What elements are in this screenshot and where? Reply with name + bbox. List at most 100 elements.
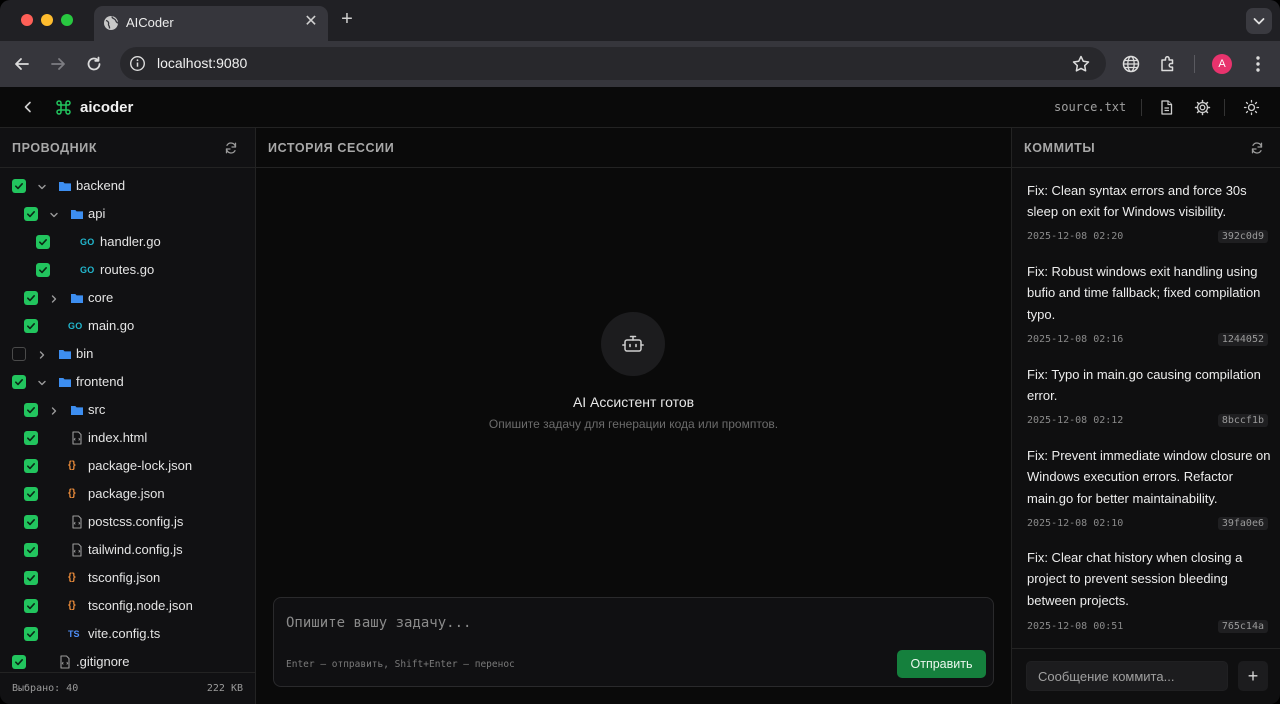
tree-item-src[interactable]: src [0, 396, 256, 424]
chevron-down-icon [1253, 18, 1265, 25]
toolbar-divider [1194, 55, 1195, 73]
commit-hash: 392c0d9 [1217, 230, 1268, 243]
source-file-label[interactable]: source.txt [1054, 100, 1126, 114]
profile-avatar[interactable]: A [1212, 54, 1232, 74]
tree-item-label: .gitignore [76, 654, 130, 669]
maximize-window-button[interactable] [61, 14, 73, 26]
tree-item-gitignore[interactable]: .gitignore [0, 648, 256, 672]
gear-icon[interactable] [1194, 99, 1211, 116]
commit-message: Fix: Typo in main.go causing compilation… [1027, 367, 1261, 404]
tree-item-tsconfig-node-json[interactable]: {} tsconfig.node.json [0, 592, 256, 620]
close-icon[interactable]: ✕ [302, 13, 320, 31]
tree-item-main-go[interactable]: GO main.go [0, 312, 256, 340]
refresh-icon[interactable] [1250, 141, 1264, 155]
translate-icon[interactable] [1120, 53, 1142, 75]
reload-icon[interactable] [83, 53, 105, 75]
go-file-icon: GO [80, 237, 95, 247]
tree-item-label: package-lock.json [88, 458, 193, 473]
tree-checkbox[interactable] [24, 319, 38, 333]
tree-item-index-html[interactable]: index.html [0, 424, 256, 452]
chevron-right-icon[interactable] [36, 348, 48, 360]
go-file-icon: GO [80, 265, 95, 275]
browser-toolbar: localhost:9080 A [0, 41, 1280, 87]
close-window-button[interactable] [21, 14, 33, 26]
document-icon[interactable] [1158, 99, 1175, 116]
tree-item-tailwind-config-js[interactable]: tailwind.config.js [0, 536, 256, 564]
send-button[interactable]: Отправить [897, 650, 986, 678]
tree-checkbox[interactable] [24, 571, 38, 585]
chevron-down-icon[interactable] [48, 208, 60, 220]
command-icon [56, 100, 71, 115]
address-bar[interactable]: localhost:9080 [120, 47, 1106, 80]
tree-checkbox[interactable] [24, 487, 38, 501]
robot-icon [622, 335, 644, 352]
tree-checkbox[interactable] [24, 515, 38, 529]
tree-item-package-json[interactable]: {} package.json [0, 480, 256, 508]
tree-item-handler-go[interactable]: GO handler.go [0, 228, 256, 256]
tree-checkbox[interactable] [24, 431, 38, 445]
explorer-header: ПРОВОДНИК [0, 128, 255, 168]
tab-search-button[interactable] [1246, 8, 1272, 34]
tree-item-package-lock-json[interactable]: {} package-lock.json [0, 452, 256, 480]
kebab-menu-icon[interactable] [1248, 53, 1268, 75]
star-icon[interactable] [1071, 54, 1091, 74]
commit-add-button[interactable]: + [1238, 661, 1268, 691]
tree-item-label: tsconfig.node.json [88, 598, 193, 613]
commit-date: 2025-12-08 02:10 [1027, 518, 1124, 529]
commit-message: Fix: Prevent immediate window closure on… [1027, 448, 1271, 506]
plus-icon[interactable]: + [337, 9, 357, 29]
tree-checkbox[interactable] [24, 599, 38, 613]
tree-item-label: package.json [88, 486, 165, 501]
tree-checkbox[interactable] [36, 263, 50, 277]
tree-checkbox[interactable] [24, 459, 38, 473]
chevron-right-icon[interactable] [48, 292, 60, 304]
browser-tab[interactable]: AICoder ✕ [94, 6, 328, 41]
chevron-left-icon[interactable] [20, 99, 36, 115]
selected-count: Выбрано: 40 [12, 683, 79, 694]
extensions-icon[interactable] [1157, 53, 1179, 75]
chevron-down-icon[interactable] [36, 376, 48, 388]
session-panel: ИСТОРИЯ СЕССИИ AI Ассистент готов Опишит… [256, 128, 1011, 704]
tree-checkbox[interactable] [24, 403, 38, 417]
tree-checkbox[interactable] [12, 347, 26, 361]
prompt-input[interactable] [286, 612, 976, 634]
tree-checkbox[interactable] [12, 655, 26, 669]
back-arrow-icon[interactable] [11, 53, 33, 75]
sun-icon[interactable] [1243, 99, 1260, 116]
tree-item-postcss-config-js[interactable]: postcss.config.js [0, 508, 256, 536]
tree-item-backend[interactable]: backend [0, 172, 256, 200]
commit-composer: + [1012, 648, 1280, 704]
tree-checkbox[interactable] [24, 207, 38, 221]
tree-item-frontend[interactable]: frontend [0, 368, 256, 396]
tree-item-vite-config-ts[interactable]: TS vite.config.ts [0, 620, 256, 648]
tree-item-bin[interactable]: bin [0, 340, 256, 368]
tree-checkbox[interactable] [24, 627, 38, 641]
tree-checkbox[interactable] [36, 235, 50, 249]
tab-strip: AICoder ✕ + [0, 0, 1280, 41]
commit-message-input[interactable] [1026, 661, 1228, 691]
selected-size: 222 KB [206, 683, 243, 694]
explorer-title: ПРОВОДНИК [12, 141, 98, 155]
info-icon[interactable] [129, 55, 146, 72]
tree-checkbox[interactable] [12, 179, 26, 193]
tree-checkbox[interactable] [24, 291, 38, 305]
tree-item-core[interactable]: core [0, 284, 256, 312]
chevron-right-icon[interactable] [48, 404, 60, 416]
refresh-icon[interactable] [224, 141, 238, 155]
go-file-icon: GO [68, 321, 83, 331]
folder-icon [70, 291, 84, 305]
chevron-down-icon[interactable] [36, 180, 48, 192]
tree-item-label: postcss.config.js [88, 514, 184, 529]
tree-item-tsconfig-json[interactable]: {} tsconfig.json [0, 564, 256, 592]
empty-state-subtitle: Опишите задачу для генерации кода или пр… [488, 417, 779, 431]
tree-checkbox[interactable] [24, 543, 38, 557]
explorer-footer: Выбрано: 40 222 KB [0, 672, 256, 704]
tree-checkbox[interactable] [12, 375, 26, 389]
header-divider [1224, 99, 1225, 116]
json-file-icon: {} [68, 572, 76, 583]
app-header: aicoder source.txt [0, 87, 1280, 128]
minimize-window-button[interactable] [41, 14, 53, 26]
tree-item-routes-go[interactable]: GO routes.go [0, 256, 256, 284]
tree-item-api[interactable]: api [0, 200, 256, 228]
forward-arrow-icon[interactable] [47, 53, 69, 75]
